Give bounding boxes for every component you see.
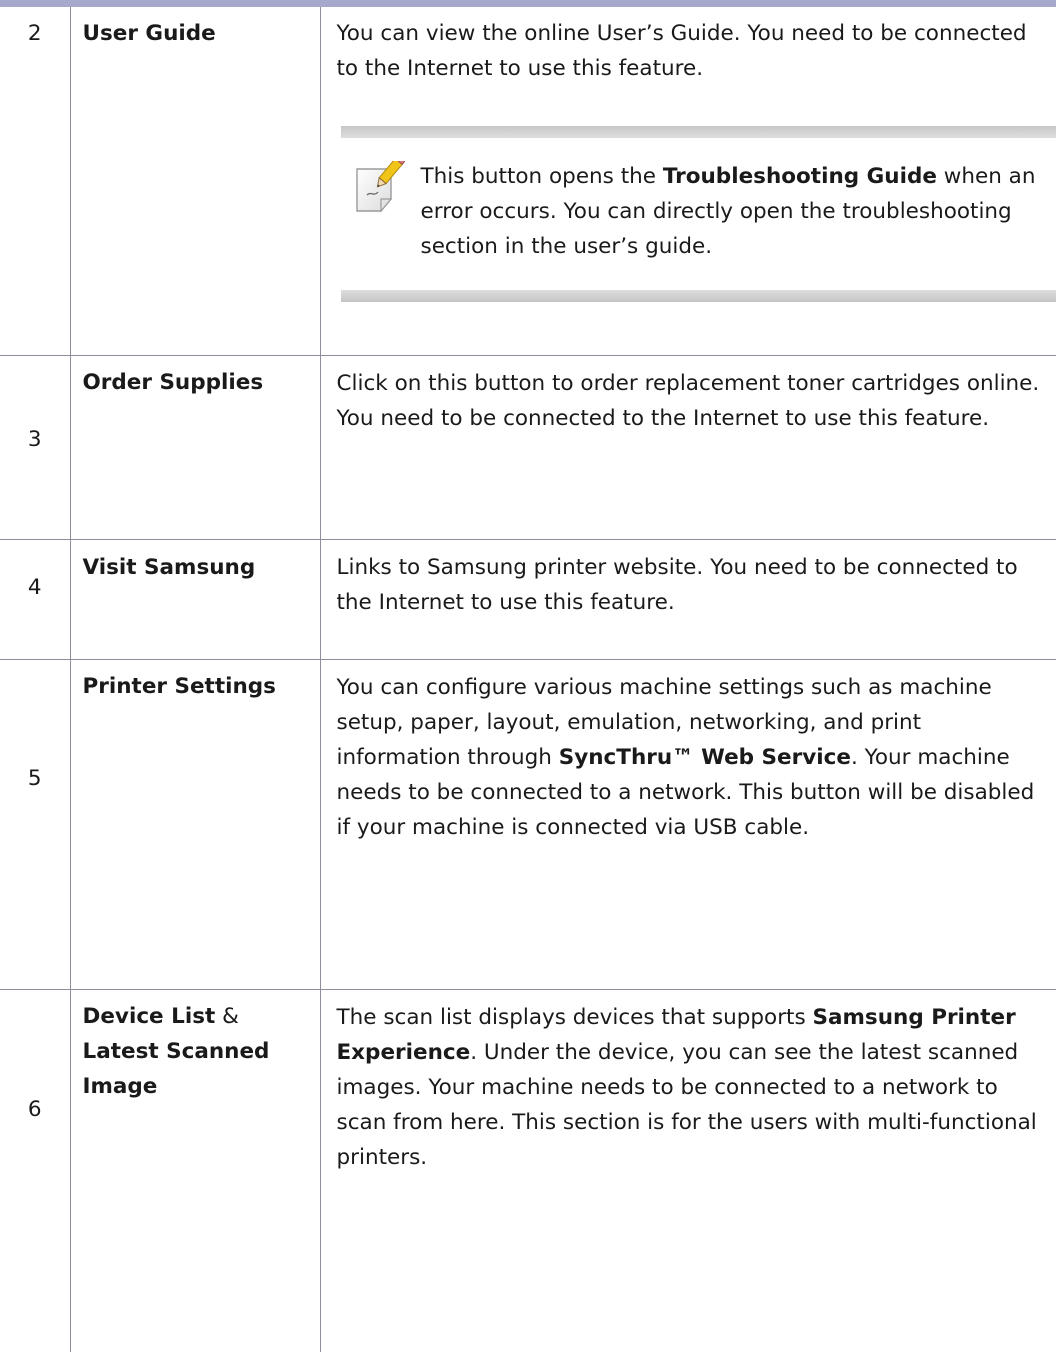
note-text: This button opens the Troubleshooting Gu… [421, 159, 1056, 264]
note-pencil-icon [353, 161, 405, 217]
table-row: 3 Order Supplies Click on this button to… [0, 356, 1056, 540]
top-rule [0, 0, 1056, 7]
row-number: 2 [0, 7, 70, 356]
feature-name-part1: Device List [83, 1004, 216, 1029]
feature-name: User Guide [70, 7, 320, 356]
feature-description: The scan list displays devices that supp… [320, 990, 1056, 1352]
row-number: 5 [0, 660, 70, 990]
note-text-before: This button opens the [421, 164, 663, 189]
note-body: This button opens the Troubleshooting Gu… [341, 138, 1056, 290]
note-top-bar [341, 126, 1056, 138]
feature-description: You can view the online User’s Guide. Yo… [320, 7, 1056, 356]
table-row: 2 User Guide You can view the online Use… [0, 7, 1056, 356]
note-text-bold: Troubleshooting Guide [663, 164, 937, 189]
feature-description: Links to Samsung printer website. You ne… [320, 540, 1056, 660]
description-text-bold: SyncThru™ Web Service [559, 745, 851, 770]
row-number: 3 [0, 356, 70, 540]
feature-name: Visit Samsung [70, 540, 320, 660]
feature-name: Device List & Latest Scanned Image [70, 990, 320, 1352]
feature-name: Order Supplies [70, 356, 320, 540]
feature-description: Click on this button to order replacemen… [320, 356, 1056, 540]
table-row: 6 Device List & Latest Scanned Image The… [0, 990, 1056, 1352]
row-number: 6 [0, 990, 70, 1352]
description-text-before: The scan list displays devices that supp… [337, 1005, 813, 1030]
manual-page: 2 User Guide You can view the online Use… [0, 0, 1056, 1119]
note-box: This button opens the Troubleshooting Gu… [341, 126, 1056, 302]
table-row: 5 Printer Settings You can configure var… [0, 660, 1056, 990]
feature-name: Printer Settings [70, 660, 320, 990]
feature-table: 2 User Guide You can view the online Use… [0, 7, 1056, 1352]
row-number: 4 [0, 540, 70, 660]
feature-description: You can configure various machine settin… [320, 660, 1056, 990]
table-row: 4 Visit Samsung Links to Samsung printer… [0, 540, 1056, 660]
feature-name-joiner: & [215, 1004, 239, 1029]
description-text: You can view the online User’s Guide. Yo… [337, 16, 1043, 86]
feature-name-part2: Latest Scanned Image [83, 1039, 270, 1099]
note-bottom-bar [341, 290, 1056, 302]
